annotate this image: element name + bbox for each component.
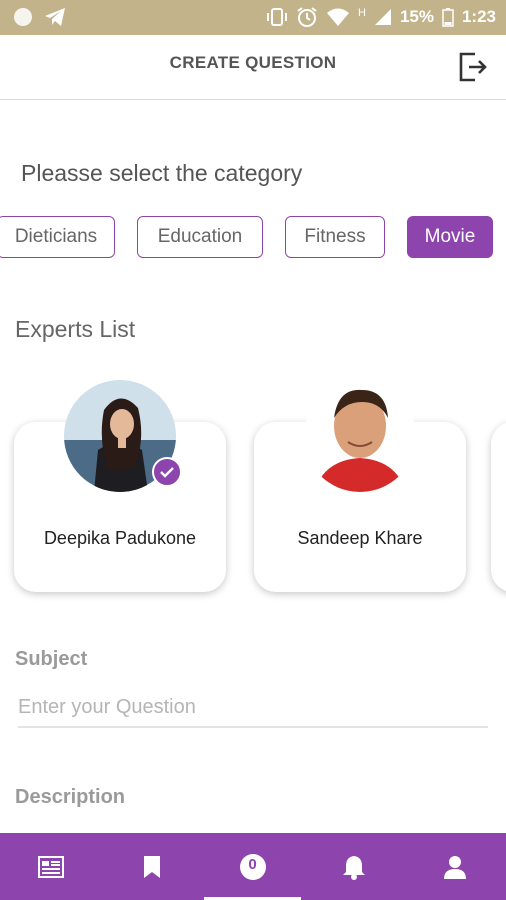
network-type-label: H (357, 7, 366, 19)
vibrate-icon (266, 8, 287, 26)
experts-list-title: Experts List (15, 316, 136, 342)
expert-card-partial[interactable] (491, 422, 506, 592)
expert-avatar-sandeep (304, 380, 416, 492)
chip-movie[interactable]: Movie (407, 216, 493, 258)
signal-icon (374, 9, 391, 25)
alarm-icon (297, 7, 317, 27)
bookmark-icon (143, 855, 160, 878)
chip-education[interactable]: Education (137, 216, 263, 258)
category-prompt: Pleasse select the category (21, 160, 303, 186)
nav-feed[interactable] (0, 833, 101, 900)
expert-name: Sandeep Khare (297, 528, 423, 548)
feed-icon (37, 855, 64, 878)
telegram-icon (45, 8, 65, 26)
subject-label: Subject (15, 648, 88, 670)
expert-name: Deepika Padukone (43, 528, 197, 548)
description-label: Description (15, 786, 126, 808)
status-bar: H 15% 1:23 (0, 0, 506, 35)
page-title: CREATE QUESTION (169, 53, 337, 72)
category-chips: Dieticians Education Fitness Movie (0, 216, 506, 260)
selected-check-icon (152, 457, 182, 487)
logout-icon[interactable] (458, 51, 488, 83)
nav-notifications[interactable] (303, 833, 404, 900)
nav-bookmarks[interactable] (101, 833, 202, 900)
subject-input[interactable] (18, 688, 488, 728)
nav-questions[interactable]: 0 (202, 833, 303, 900)
nav-profile[interactable] (404, 833, 505, 900)
bottom-nav: 0 (0, 833, 506, 900)
chip-fitness[interactable]: Fitness (285, 216, 385, 258)
clock-time: 1:23 (461, 7, 496, 26)
battery-icon (442, 8, 454, 27)
chip-dieticians[interactable]: Dieticians (0, 216, 115, 258)
notification-dot-icon (14, 8, 32, 26)
app-header: CREATE QUESTION (0, 35, 506, 100)
profile-icon (443, 855, 466, 879)
bell-icon (342, 855, 365, 880)
wifi-icon (326, 8, 349, 26)
battery-percent: 15% (399, 7, 434, 26)
question-count-badge: 0 (248, 856, 257, 873)
